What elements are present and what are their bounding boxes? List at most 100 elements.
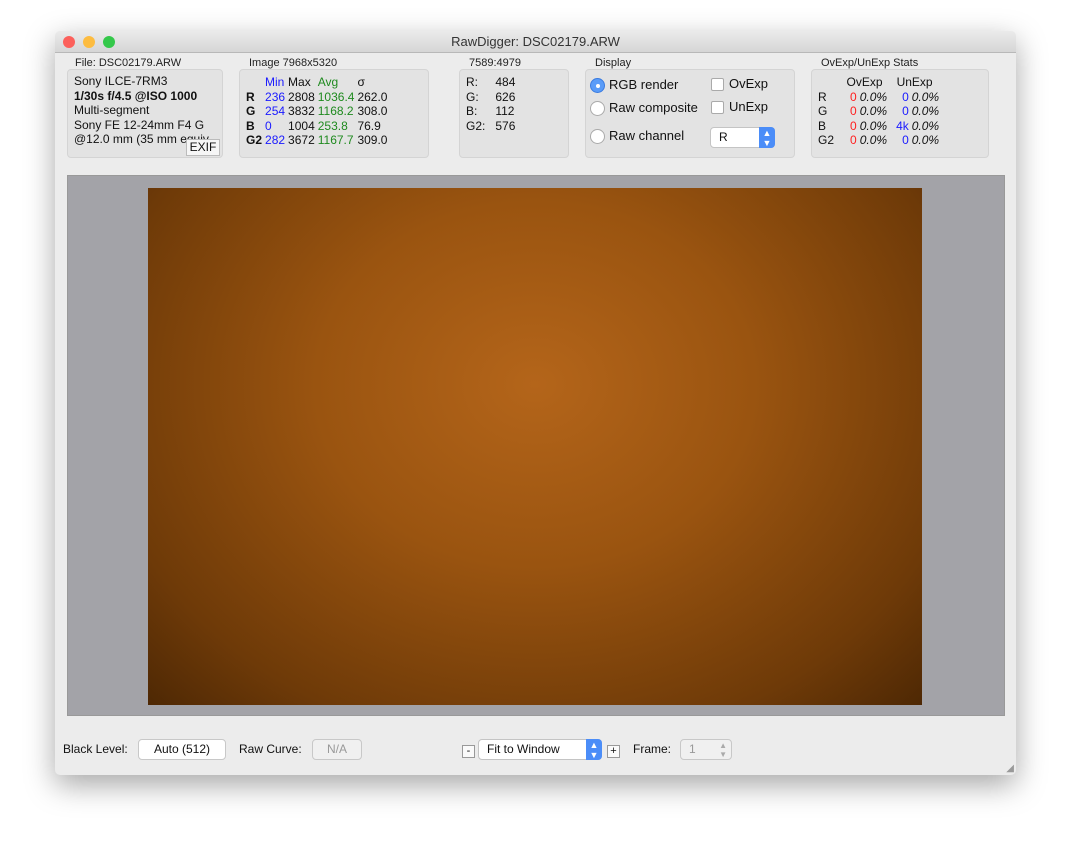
zoom-button[interactable]: [103, 36, 115, 48]
max-value: 1004: [288, 118, 315, 133]
frame-value: 1: [689, 742, 696, 756]
raw-composite-radio[interactable]: [590, 101, 605, 116]
ovexp-count: 0: [850, 104, 857, 118]
exif-button[interactable]: EXIF: [186, 139, 220, 156]
zoom-in-button[interactable]: +: [607, 745, 620, 758]
pixel-value: 112: [495, 104, 515, 118]
rgb-render-label[interactable]: RGB render: [609, 77, 678, 92]
exp-stats-row: G2 0 0.0% 0 0.0%: [818, 133, 942, 148]
max-value: 3832: [288, 104, 315, 118]
unexp-checkbox[interactable]: [711, 101, 724, 114]
pixel-value: 576: [495, 118, 516, 133]
unexp-percent: 0.0%: [911, 118, 940, 133]
image-stats-label: Image 7968x5320: [249, 57, 338, 69]
image-stats-row: G 254 3832 1168.2 308.0: [246, 104, 390, 119]
header-max: Max: [288, 75, 311, 89]
zoom-out-button[interactable]: -: [462, 745, 475, 758]
frame-stepper[interactable]: 1 ▲ ▼: [680, 739, 732, 760]
raw-curve-field: N/A: [312, 739, 362, 760]
raw-channel-radio[interactable]: [590, 129, 605, 144]
chevron-updown-icon: ▲ ▼: [759, 127, 775, 148]
black-level-field[interactable]: Auto (512): [138, 739, 226, 760]
unexp-count: 0: [902, 89, 909, 104]
raw-image-preview[interactable]: [148, 188, 922, 705]
max-value: 2808: [288, 89, 315, 104]
channel-label: B:: [466, 104, 478, 118]
unexp-percent: 0.0%: [911, 104, 940, 118]
header-unexp: UnExp: [896, 75, 933, 89]
channel-label: R: [818, 89, 827, 104]
unexp-percent: 0.0%: [911, 89, 940, 104]
min-value: 254: [265, 104, 286, 118]
app-window: RawDigger: DSC02179.ARW File: DSC02179.A…: [55, 31, 1016, 775]
ovexp-percent: 0.0%: [859, 133, 888, 147]
raw-channel-label[interactable]: Raw channel: [609, 128, 684, 143]
avg-value: 253.8: [317, 118, 348, 133]
camera-model: Sony ILCE-7RM3: [74, 74, 168, 88]
raw-channel-select[interactable]: R ▲ ▼: [710, 127, 775, 148]
rgb-render-radio[interactable]: [590, 78, 605, 93]
ovexp-percent: 0.0%: [859, 104, 888, 118]
image-stats-row: B 0 1004 253.8 76.9: [246, 119, 390, 134]
channel-label: G: [246, 104, 256, 118]
minimize-button[interactable]: [83, 36, 95, 48]
pixel-value-row: G: 626: [466, 90, 518, 105]
header-min: Min: [265, 75, 285, 89]
sigma-value: 309.0: [357, 133, 388, 147]
black-level-label: Black Level:: [63, 742, 128, 756]
title-bar: RawDigger: DSC02179.ARW: [55, 31, 1016, 53]
file-label: File: DSC02179.ARW: [75, 57, 182, 69]
channel-label: G:: [466, 89, 479, 104]
sigma-value: 76.9: [357, 118, 381, 133]
ovexp-percent: 0.0%: [859, 118, 888, 133]
resize-grip-icon[interactable]: ◢: [1006, 763, 1014, 774]
exposure: 1/30s f/4.5 @ISO 1000: [74, 88, 198, 103]
avg-value: 1167.7: [317, 133, 354, 147]
channel-label: G: [818, 104, 828, 118]
pixel-value-row: R: 484: [466, 75, 518, 90]
pixel-values-panel: R: 484 G: 626 B: 112 G2: 576: [459, 69, 569, 158]
ovexp-label[interactable]: OvExp: [729, 76, 768, 91]
exif-lines: Sony ILCE-7RM3 1/30s f/4.5 @ISO 1000 Mul…: [74, 74, 219, 147]
image-stats-panel: Min Max Avg σ R 236 2808 1036.4 262.0 G 254 3832 11…: [239, 69, 429, 158]
sigma-value: 308.0: [357, 104, 388, 118]
channel-label: G2:: [466, 118, 486, 133]
image-stats-table: Min Max Avg σ R 236 2808 1036.4 262.0 G 254 3832 11…: [246, 75, 390, 148]
pixel-coord-label: 7589:4979: [469, 57, 521, 69]
stepper-arrows-icon[interactable]: ▲ ▼: [719, 741, 727, 759]
header-avg: Avg: [317, 75, 339, 89]
max-value: 3672: [288, 133, 315, 147]
ovexp-percent: 0.0%: [859, 89, 888, 104]
avg-value: 1036.4: [317, 89, 355, 104]
ovexp-checkbox[interactable]: [711, 78, 724, 91]
ovexp-count: 0: [850, 118, 857, 133]
lens: Sony FE 12-24mm F4 G: [74, 117, 205, 132]
image-stats-row: G2 282 3672 1167.7 309.0: [246, 133, 390, 148]
metering: Multi-segment: [74, 103, 150, 117]
raw-composite-label[interactable]: Raw composite: [609, 100, 698, 115]
raw-channel-value: R: [719, 130, 728, 144]
unexp-label[interactable]: UnExp: [729, 99, 768, 114]
channel-label: R: [246, 89, 255, 104]
exp-stats-table: OvExp UnExp R 0 0.0% 0 0.0% G 0 0.0% 0 0.0% B 0 0.0% 4…: [818, 75, 942, 148]
chevron-updown-icon: ▲ ▼: [586, 739, 602, 760]
file-info-panel: Sony ILCE-7RM3 1/30s f/4.5 @ISO 1000 Mul…: [67, 69, 223, 158]
ovexp-count: 0: [850, 89, 857, 104]
zoom-select[interactable]: Fit to Window ▲ ▼: [478, 739, 602, 760]
frame-label: Frame:: [633, 742, 672, 756]
window-title: RawDigger: DSC02179.ARW: [451, 34, 620, 49]
pixel-value: 484: [495, 75, 516, 89]
exp-stats-row: R 0 0.0% 0 0.0%: [818, 90, 942, 105]
exp-stats-row: G 0 0.0% 0 0.0%: [818, 104, 942, 119]
pixel-values-table: R: 484 G: 626 B: 112 G2: 576: [466, 75, 518, 133]
display-panel: RGB render Raw composite Raw channel OvE…: [585, 69, 795, 158]
min-value: 236: [265, 89, 286, 104]
ovexp-count: 0: [850, 133, 857, 147]
exp-stats-panel: OvExp UnExp R 0 0.0% 0 0.0% G 0 0.0% 0 0.0% B 0 0.0% 4…: [811, 69, 989, 158]
channel-label: G2: [818, 133, 835, 147]
raw-curve-label: Raw Curve:: [239, 742, 302, 756]
image-viewer[interactable]: [67, 175, 1005, 716]
close-button[interactable]: [63, 36, 75, 48]
channel-label: B: [818, 118, 827, 133]
zoom-value: Fit to Window: [487, 742, 560, 756]
